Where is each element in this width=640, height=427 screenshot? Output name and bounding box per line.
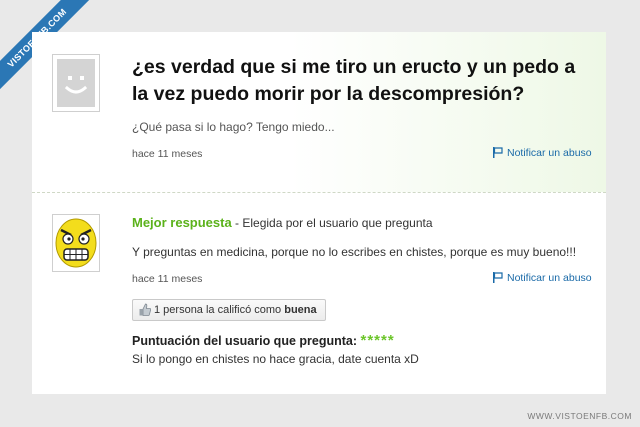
asker-stars: ***** [360,332,395,349]
asker-comment: Si lo pongo en chistes no hace gracia, d… [132,352,419,366]
answer-time: hace 11 meses [132,273,203,285]
question-answer-panel: ¿es verdad que si me tiro un eructo y un… [32,32,606,394]
asker-score: Puntuación del usuario que pregunta: ***… [132,332,395,349]
section-divider [32,192,606,193]
asker-avatar[interactable] [52,54,100,112]
chosen-by-text: - Elegida por el usuario que pregunta [231,216,433,230]
question-details: ¿Qué pasa si lo hago? Tengo miedo... [132,120,335,134]
rage-face-avatar [53,215,99,271]
rating-value: buena [284,304,317,316]
best-answer-text: Y preguntas en medicina, porque no lo es… [132,245,577,259]
report-question-link[interactable]: Notificar un abuso [492,147,592,159]
default-avatar-icon [57,59,95,107]
flag-icon [493,147,503,158]
best-answer-header: Mejor respuesta - Elegida por el usuario… [132,215,433,230]
report-question-label: Notificar un abuso [507,147,592,159]
thumbs-up-icon [139,303,152,316]
question-time: hace 11 meses [132,148,203,160]
flag-icon [493,272,503,283]
report-answer-label: Notificar un abuso [507,272,592,284]
question-title: ¿es verdad que si me tiro un eructo y un… [132,56,576,105]
best-answer-label: Mejor respuesta [132,215,232,230]
rating-text: 1 persona la calificó como [154,304,285,316]
answerer-avatar[interactable] [52,214,100,272]
rating-button[interactable]: 1 persona la calificó como buena [132,299,326,321]
site-footer-watermark: WWW.VISTOENFB.COM [527,411,632,421]
asker-score-label: Puntuación del usuario que pregunta: [132,334,358,348]
report-answer-link[interactable]: Notificar un abuso [492,272,592,284]
